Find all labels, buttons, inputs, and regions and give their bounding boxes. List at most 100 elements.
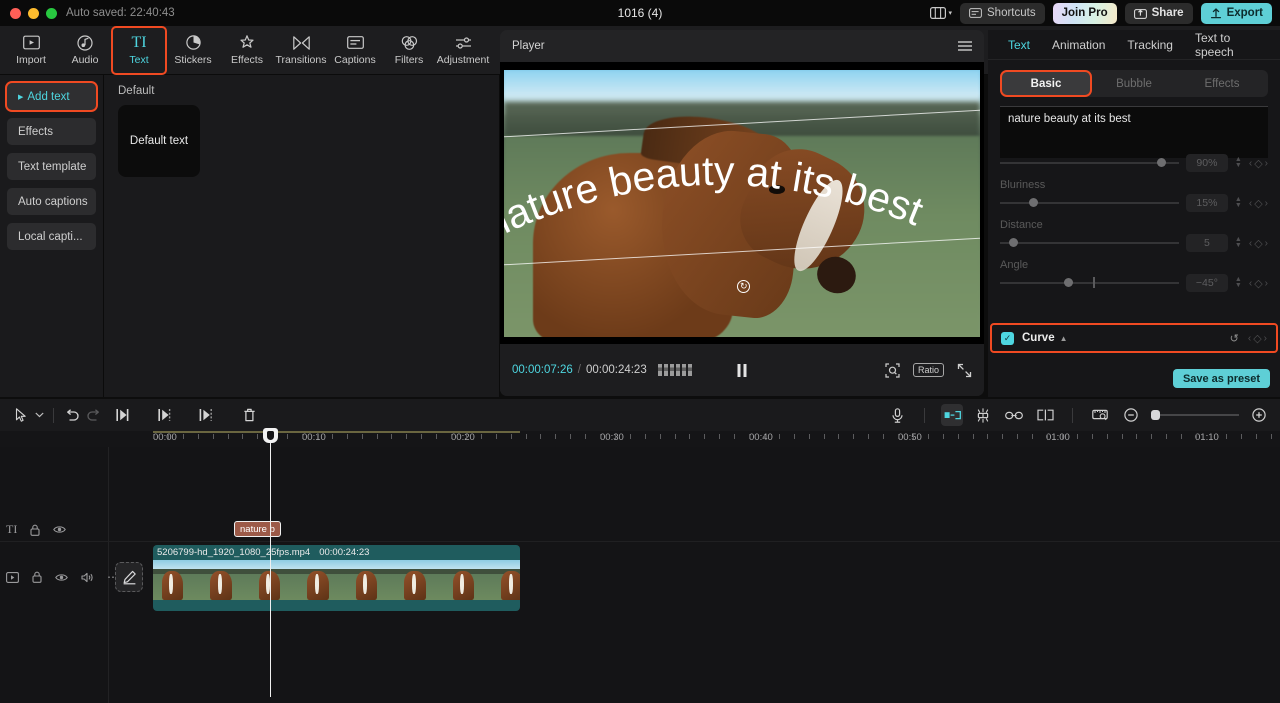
ruler-label: 00:30 xyxy=(600,432,624,443)
sidebar-item-add-text[interactable]: ▶ Add text xyxy=(5,81,98,112)
stepper-icon[interactable]: ▲ ▼ xyxy=(1235,236,1242,249)
keyframe-controls[interactable]: ‹ ◇ › xyxy=(1249,197,1268,210)
reset-icon[interactable]: ↺ xyxy=(1230,332,1239,345)
keyframe-controls[interactable]: ‹ ◇ › xyxy=(1249,237,1268,250)
shortcuts-button[interactable]: Shortcuts xyxy=(960,2,1045,24)
volume-icon[interactable] xyxy=(81,572,94,583)
edit-pencil-icon[interactable] xyxy=(115,562,143,592)
zoom-in-button[interactable] xyxy=(1248,404,1270,426)
preset-card-default-text[interactable]: Default text xyxy=(118,105,200,177)
eye-icon[interactable] xyxy=(55,573,68,582)
trim-left-button[interactable] xyxy=(153,404,175,426)
distance-slider[interactable] xyxy=(1000,237,1179,249)
segment-basic[interactable]: Basic xyxy=(1000,70,1092,97)
playhead-handle[interactable] xyxy=(263,428,278,443)
join-pro-button[interactable]: Join Pro xyxy=(1052,2,1117,24)
opacity-value[interactable]: 90% xyxy=(1185,154,1228,172)
delete-button[interactable] xyxy=(238,404,260,426)
tab-animation[interactable]: Animation xyxy=(1052,38,1105,52)
redo-button[interactable] xyxy=(83,404,105,426)
zoom-out-button[interactable] xyxy=(1120,404,1142,426)
curve-checkbox[interactable]: ✓ xyxy=(1001,331,1014,345)
module-import[interactable]: Import xyxy=(5,28,57,73)
save-as-preset-button[interactable]: Save as preset xyxy=(1172,369,1270,388)
segment-effects[interactable]: Effects xyxy=(1178,72,1266,95)
module-label: Filters xyxy=(394,54,424,66)
angle-slider[interactable] xyxy=(1000,277,1179,289)
stepper-icon[interactable]: ▲ ▼ xyxy=(1235,196,1242,209)
auto-fit-button[interactable] xyxy=(941,404,963,426)
keyframe-prev[interactable]: ‹ xyxy=(1248,333,1251,344)
library-sidebar: ▶ Add text Effects Text template Auto ca… xyxy=(0,75,104,397)
tool-dropdown[interactable] xyxy=(32,404,46,426)
angle-value[interactable]: −45° xyxy=(1185,274,1228,292)
module-stickers[interactable]: Stickers xyxy=(167,28,219,73)
segment-bubble[interactable]: Bubble xyxy=(1090,72,1178,95)
module-text[interactable]: TI Text xyxy=(111,25,167,75)
window-controls[interactable] xyxy=(0,7,57,19)
minimize-window-button[interactable] xyxy=(28,7,39,19)
hamburger-icon[interactable] xyxy=(958,41,972,51)
property-label: Bluriness xyxy=(1000,179,1046,191)
module-audio[interactable]: Audio xyxy=(59,28,111,73)
keyframe-diamond[interactable]: ◇ xyxy=(1253,332,1261,345)
marker-button[interactable] xyxy=(1034,404,1056,426)
record-voiceover-button[interactable] xyxy=(886,404,908,426)
module-label: Stickers xyxy=(174,54,212,66)
layout-switch-button[interactable]: ▾ xyxy=(929,7,952,19)
opacity-slider[interactable] xyxy=(1000,157,1179,169)
tab-tracking[interactable]: Tracking xyxy=(1127,38,1173,52)
eye-icon[interactable] xyxy=(53,525,67,534)
bluriness-slider[interactable] xyxy=(1000,197,1179,209)
video-preview[interactable]: nature beauty at its best ↻ xyxy=(504,69,980,337)
undo-button[interactable] xyxy=(61,404,83,426)
video-clip[interactable]: 5206799-hd_1920_1080_25fps.mp4 00:00:24:… xyxy=(153,545,520,611)
sidebar-item-effects[interactable]: Effects xyxy=(7,118,96,145)
frames-icon[interactable] xyxy=(657,364,692,376)
curve-section-header[interactable]: ✓ Curve ▲ ↺ ‹ ◇ › xyxy=(992,325,1276,351)
fullscreen-icon[interactable] xyxy=(957,363,972,378)
inspector-tabs: Text Animation Tracking Text to speech xyxy=(988,30,1280,60)
sidebar-item-local-captions[interactable]: Local capti... xyxy=(7,223,96,250)
keyframe-next[interactable]: › xyxy=(1264,333,1267,344)
maximize-window-button[interactable] xyxy=(46,7,57,19)
pause-icon[interactable] xyxy=(737,363,747,377)
ratio-button[interactable]: Ratio xyxy=(912,363,944,377)
export-button[interactable]: Export xyxy=(1200,2,1272,24)
link-button[interactable] xyxy=(1003,404,1025,426)
timeline-ruler[interactable]: 00:00 00:10 00:20 00:30 00:40 00:50 01:0… xyxy=(0,431,1280,447)
keyframe-controls[interactable]: ‹ ◇ › xyxy=(1249,277,1268,290)
tab-text-to-speech[interactable]: Text to speech xyxy=(1195,31,1260,59)
timeline-zoom-slider[interactable] xyxy=(1151,409,1239,421)
join-pro-label: Join Pro xyxy=(1061,7,1108,19)
share-icon xyxy=(1133,8,1147,19)
stepper-icon[interactable]: ▲ ▼ xyxy=(1235,276,1242,289)
close-window-button[interactable] xyxy=(10,7,21,19)
stepper-icon[interactable]: ▲ ▼ xyxy=(1235,156,1242,169)
share-button[interactable]: Share xyxy=(1124,2,1193,24)
lock-icon[interactable] xyxy=(32,571,42,583)
distance-value[interactable]: 5 xyxy=(1185,234,1228,252)
trim-right-button[interactable] xyxy=(195,404,217,426)
keyframe-controls[interactable]: ‹ ◇ › xyxy=(1249,157,1268,170)
module-captions[interactable]: Captions xyxy=(329,28,381,73)
module-filters[interactable]: Filters xyxy=(383,28,435,73)
sidebar-item-auto-captions[interactable]: Auto captions xyxy=(7,188,96,215)
select-tool[interactable] xyxy=(10,404,32,426)
text-clip[interactable]: nature b xyxy=(234,521,281,537)
bluriness-value[interactable]: 15% xyxy=(1185,194,1228,212)
keyframe-controls[interactable]: ‹ ◇ › xyxy=(1248,332,1267,345)
chevron-up-icon[interactable]: ▲ xyxy=(1060,334,1068,343)
clip-manager-button[interactable] xyxy=(1089,404,1111,426)
module-transitions[interactable]: Transitions xyxy=(275,28,327,73)
lock-icon[interactable] xyxy=(30,524,40,536)
mixer-button[interactable] xyxy=(972,404,994,426)
zoom-fit-icon[interactable] xyxy=(885,362,900,378)
sidebar-item-text-template[interactable]: Text template xyxy=(7,153,96,180)
overlay-text-curved[interactable]: nature beauty at its best xyxy=(504,70,980,337)
text-content-input[interactable]: nature beauty at its best xyxy=(1000,106,1268,158)
module-adjustment[interactable]: Adjustment xyxy=(437,28,489,73)
module-effects[interactable]: Effects xyxy=(221,28,273,73)
split-button[interactable] xyxy=(111,404,133,426)
tab-text[interactable]: Text xyxy=(1008,38,1030,52)
